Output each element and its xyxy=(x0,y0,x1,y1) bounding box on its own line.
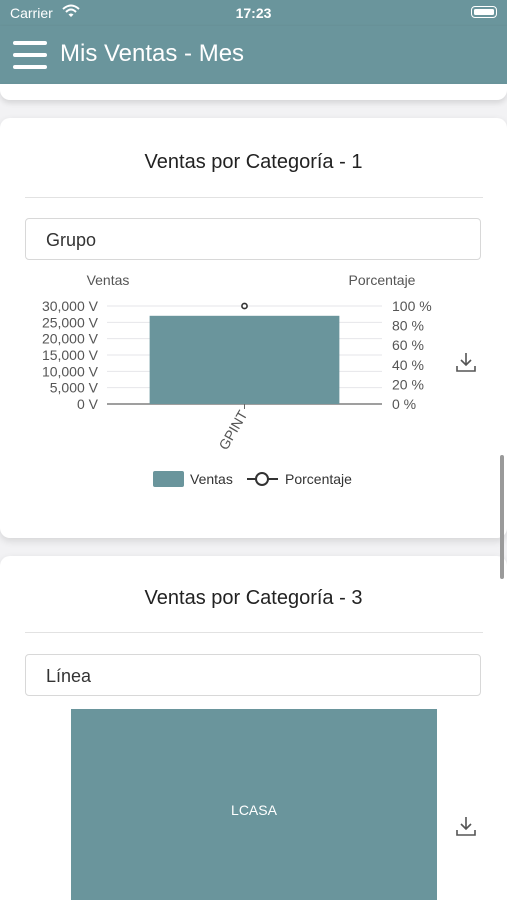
treemap-label: LCASA xyxy=(231,802,277,818)
x-tick-label: GPINT xyxy=(215,407,250,452)
y-tick-left: 15,000 V xyxy=(42,347,99,363)
y-tick-right: 40 % xyxy=(392,357,424,373)
scrollbar[interactable] xyxy=(500,455,504,579)
legend-label-porcentaje[interactable]: Porcentaje xyxy=(285,471,352,487)
legend-marker-porcentaje xyxy=(255,472,269,486)
y-tick-left: 25,000 V xyxy=(42,314,99,330)
status-bar: Carrier 17:23 xyxy=(0,0,507,26)
hamburger-menu-icon[interactable] xyxy=(13,40,47,70)
point-porcentaje[interactable] xyxy=(241,302,248,310)
y-tick-left: 30,000 V xyxy=(42,298,99,314)
legend-swatch-ventas xyxy=(153,471,184,487)
chart-card-1: Ventas por Categoría - 1 Grupo Ventas Po… xyxy=(0,118,507,538)
y-tick-right: 80 % xyxy=(392,318,424,334)
y-tick-left: 10,000 V xyxy=(42,363,99,379)
previous-card-bottom xyxy=(0,84,507,100)
right-axis-label: Porcentaje xyxy=(349,272,416,288)
clock: 17:23 xyxy=(235,5,272,21)
download-icon[interactable] xyxy=(455,815,477,837)
y-tick-left: 5,000 V xyxy=(50,380,99,396)
treemap-tile[interactable]: LCASA xyxy=(71,709,437,900)
battery-icon xyxy=(471,6,497,18)
download-icon[interactable] xyxy=(455,351,477,373)
left-axis-label: Ventas xyxy=(87,272,130,288)
chart-card-3: Ventas por Categoría - 3 Línea LCASA xyxy=(0,556,507,900)
category-select[interactable]: Línea xyxy=(25,654,481,696)
bar-ventas[interactable] xyxy=(149,315,340,404)
y-tick-left: 0 V xyxy=(77,396,99,412)
card-title: Ventas por Categoría - 3 xyxy=(144,587,363,609)
y-tick-right: 100 % xyxy=(392,298,432,314)
page-title: Mis Ventas - Mes xyxy=(60,40,245,67)
y-tick-right: 60 % xyxy=(392,337,424,353)
y-tick-left: 20,000 V xyxy=(42,331,99,347)
divider xyxy=(25,632,483,633)
sales-combo-chart: Ventas Porcentaje 30,000 V25,000 V20,000… xyxy=(42,272,432,487)
y-tick-right: 0 % xyxy=(392,396,416,412)
category-select-value: Línea xyxy=(46,666,92,686)
y-tick-right: 20 % xyxy=(392,376,424,392)
legend-label-ventas[interactable]: Ventas xyxy=(190,471,233,487)
app-bar: Mis Ventas - Mes xyxy=(0,26,507,84)
